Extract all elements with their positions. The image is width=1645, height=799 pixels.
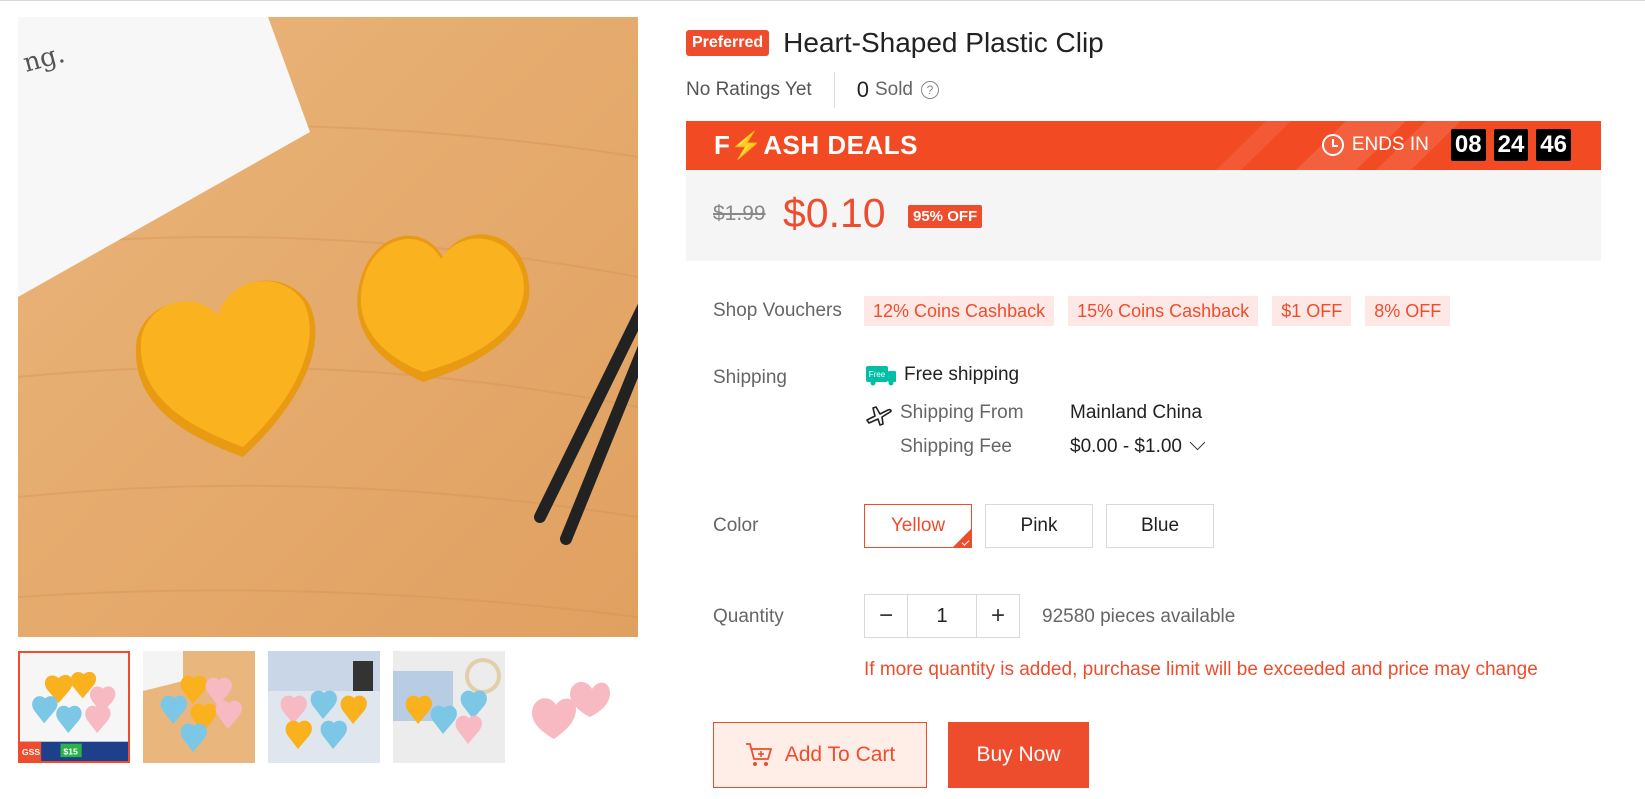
voucher-list: 12% Coins Cashback 15% Coins Cashback $1… (864, 296, 1464, 326)
color-option-label: Pink (1020, 515, 1058, 536)
plane-icon (866, 406, 892, 426)
voucher-chip[interactable]: $1 OFF (1272, 296, 1352, 326)
thumbnail-4[interactable] (393, 651, 505, 763)
title-row: Preferred Heart-Shaped Plastic Clip (686, 27, 1104, 59)
discount-badge: 95% OFF (908, 205, 983, 228)
color-label: Color (713, 515, 759, 536)
countdown-hours: 08 (1450, 129, 1486, 161)
voucher-chip[interactable]: 8% OFF (1365, 296, 1451, 326)
quantity-stepper: − 1 + (864, 594, 1020, 638)
flash-deals-logo: F⚡ASH DEALS (714, 130, 918, 160)
color-option-yellow[interactable]: Yellow (864, 504, 972, 548)
clock-icon (1321, 134, 1344, 156)
thumbnail-5[interactable] (518, 651, 630, 763)
color-option-blue[interactable]: Blue (1106, 504, 1214, 548)
free-shipping-text: Free shipping (904, 364, 1020, 385)
shipping-fee-key: Shipping Fee (900, 436, 1012, 457)
shipping-fee-value: $0.00 - $1.00 (1070, 436, 1182, 457)
product-title: Heart-Shaped Plastic Clip (783, 27, 1104, 58)
shipping-from-value: Mainland China (1070, 402, 1203, 423)
countdown-minutes: 24 (1493, 129, 1529, 161)
ends-in-label: ENDS IN (1351, 134, 1429, 155)
color-option-label: Yellow (890, 515, 946, 536)
stock-available: 92580 pieces available (1042, 606, 1236, 627)
shipping-from-row: Shipping From Mainland China (864, 400, 1264, 426)
voucher-chip[interactable]: 12% Coins Cashback (864, 296, 1055, 326)
free-badge-text: Free (869, 370, 886, 379)
shipping-from-key: Shipping From (900, 402, 1024, 423)
add-to-cart-label: Add To Cart (784, 743, 896, 766)
free-shipping-row: Free Free shipping (864, 364, 1019, 386)
countdown: ENDS IN 08 24 46 (1321, 129, 1571, 161)
countdown-seconds: 46 (1536, 129, 1571, 161)
shipping-fee-dropdown[interactable]: $0.00 - $1.00 (1070, 434, 1206, 458)
sold-count: 0 (856, 77, 869, 102)
thumbnail-1[interactable]: GSS $15 (18, 651, 130, 763)
add-to-cart-button[interactable]: Add To Cart (713, 722, 927, 788)
rating-text[interactable]: No Ratings Yet (686, 79, 812, 101)
top-divider (0, 0, 1645, 1)
thumbnail-3[interactable] (268, 651, 380, 763)
price-box: $1.99 $0.10 95% OFF (686, 170, 1601, 261)
quantity-label: Quantity (713, 606, 784, 627)
preferred-badge: Preferred (686, 30, 770, 56)
color-options: Yellow Pink Blue (864, 504, 1227, 548)
thumbnail-2[interactable] (143, 651, 255, 763)
decrease-quantity-button[interactable]: − (864, 594, 908, 638)
main-product-image[interactable]: ng. (18, 17, 638, 637)
rating-divider (833, 72, 835, 108)
quantity-input[interactable]: 1 (908, 594, 976, 638)
voucher-chip[interactable]: 15% Coins Cashback (1068, 296, 1259, 326)
buy-now-button[interactable]: Buy Now (948, 722, 1089, 788)
current-price: $0.10 (783, 190, 886, 236)
cart-icon (745, 743, 772, 766)
original-price: $1.99 (713, 202, 766, 225)
thumb-banner-text: GSS (22, 747, 41, 757)
chevron-down-icon (1189, 434, 1206, 451)
vouchers-label: Shop Vouchers (713, 300, 842, 321)
sold-label: Sold (874, 79, 913, 100)
color-option-label: Blue (1140, 515, 1180, 536)
purchase-limit-warning: If more quantity is added, purchase limi… (864, 659, 1538, 680)
shipping-fee-row: Shipping Fee $0.00 - $1.00 (900, 434, 1300, 458)
help-icon[interactable]: ? (920, 81, 939, 99)
rating-row: No Ratings Yet 0 Sold ? (686, 72, 939, 108)
increase-quantity-button[interactable]: + (976, 594, 1020, 638)
color-option-pink[interactable]: Pink (985, 504, 1093, 548)
shipping-label: Shipping (713, 367, 787, 388)
flash-deals-banner: F⚡ASH DEALS ENDS IN 08 24 46 (686, 121, 1601, 170)
free-shipping-truck-icon: Free (866, 366, 896, 386)
thumb-banner-price: $15 (63, 746, 78, 756)
